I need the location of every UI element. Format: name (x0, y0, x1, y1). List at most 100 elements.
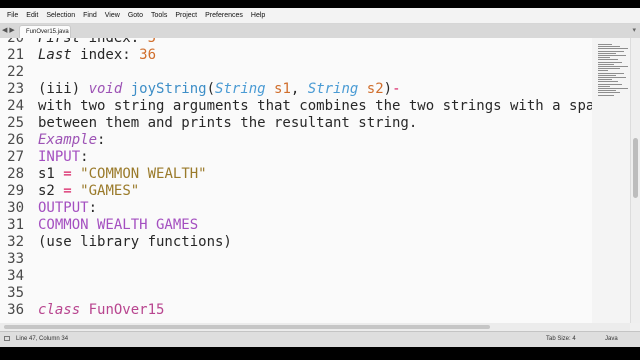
code-token: ) (383, 81, 393, 97)
line-number: 23 (7, 81, 24, 97)
code-token: joyString (130, 81, 207, 97)
syntax-selector[interactable]: Java (605, 336, 618, 342)
menu-file[interactable]: File (3, 12, 22, 19)
minimap-line (598, 52, 616, 54)
code-token: s2 (366, 81, 384, 97)
code-token: , (290, 81, 308, 97)
menu-edit[interactable]: Edit (22, 12, 42, 19)
menu-find[interactable]: Find (79, 12, 101, 19)
minimap-line (598, 57, 610, 59)
line-number: 22 (7, 64, 24, 80)
code-token: "GAMES" (80, 183, 140, 199)
menu-bar: File Edit Selection Find View Goto Tools… (0, 8, 640, 24)
minimap-line (598, 92, 620, 94)
line-gutter: 20 21 22 23 24 25 26 27 28 29 30 31 32 33 34 35 36 (0, 38, 30, 323)
code-line: s1 = "COMMON WEALTH" (38, 166, 592, 183)
code-token: s2 (38, 183, 64, 199)
code-token: index: (80, 38, 148, 46)
panel-toggle-icon[interactable] (4, 336, 10, 341)
menu-goto[interactable]: Goto (124, 12, 147, 19)
code-token: class (38, 302, 81, 318)
line-number: 30 (7, 200, 24, 216)
tab-navigation: ◀ ▶ (2, 26, 15, 36)
menu-view[interactable]: View (101, 12, 124, 19)
menu-selection[interactable]: Selection (42, 12, 79, 19)
code-token: FunOver15 (88, 302, 165, 318)
code-token: s1 (38, 166, 64, 182)
code-line: (iii) void joyString(String s1, String s… (38, 81, 592, 98)
code-token: : (97, 132, 106, 148)
tab-label: FunOver15.java (26, 29, 69, 35)
tab-size-selector[interactable]: Tab Size: 4 (546, 336, 576, 342)
code-token: (iii) (38, 81, 89, 97)
letterbox-top (0, 0, 640, 8)
code-token: : (80, 149, 89, 165)
menu-project[interactable]: Project (171, 12, 201, 19)
tab-list-dropdown-icon[interactable]: ▾ (632, 26, 636, 34)
code-token: 5 (147, 38, 157, 46)
code-token: INPUT (38, 149, 81, 165)
code-line: OUTPUT: (38, 200, 592, 217)
minimap-line (598, 81, 618, 83)
line-number: 32 (7, 234, 24, 250)
code-token: 36 (139, 47, 157, 63)
status-bar: Line 47, Column 34 Tab Size: 4 Java (0, 331, 640, 347)
code-token: index: (71, 47, 140, 63)
code-line: s2 = "GAMES" (38, 183, 592, 200)
line-numbers: 20 21 22 23 24 25 26 27 28 29 30 31 32 33 34 35 36 (0, 38, 24, 319)
minimap-line (598, 94, 614, 96)
menu-preferences[interactable]: Preferences (201, 12, 247, 19)
minimap[interactable] (592, 38, 630, 323)
tab-next-icon[interactable]: ▶ (9, 26, 14, 36)
editor-window: File Edit Selection Find View Goto Tools… (0, 8, 640, 347)
code-token: = (63, 166, 72, 182)
code-token: - (392, 81, 401, 97)
line-number: 24 (7, 98, 24, 114)
line-number: 28 (7, 166, 24, 182)
line-number: 35 (7, 285, 24, 301)
minimap-line (598, 61, 622, 63)
minimap-line (598, 85, 610, 87)
vertical-scrollbar[interactable] (630, 38, 640, 323)
minimap-line (598, 72, 624, 74)
minimap-line (598, 88, 628, 89)
code-token: "COMMON WEALTH" (80, 166, 207, 182)
line-number: 34 (7, 268, 24, 284)
menu-help[interactable]: Help (247, 12, 269, 19)
code-token: void (88, 81, 123, 97)
minimap-line (598, 48, 628, 50)
horizontal-scroll-thumb[interactable] (4, 325, 490, 329)
line-number: 27 (7, 149, 24, 165)
tab-prev-icon[interactable]: ◀ (2, 26, 7, 36)
line-number: 26 (7, 132, 24, 148)
line-number: 21 (7, 47, 24, 63)
minimap-line (598, 46, 620, 48)
code-area[interactable]: First index: 5 Last index: 36 (iii) void … (38, 38, 592, 319)
minimap-line (598, 79, 612, 81)
minimap-line (598, 55, 626, 56)
minimap-line (598, 44, 612, 45)
code-token: Example (38, 132, 98, 148)
vertical-scroll-thumb[interactable] (633, 138, 638, 198)
code-token: ( (206, 81, 216, 97)
minimap-line (598, 77, 626, 78)
code-token: String (215, 81, 266, 97)
code-token: OUTPUT (38, 200, 89, 216)
code-editor[interactable]: 20 21 22 23 24 25 26 27 28 29 30 31 32 33 34 35 36 First… (0, 38, 592, 323)
line-number: 31 (7, 217, 24, 233)
line-number: 25 (7, 115, 24, 131)
minimap-line (598, 90, 616, 92)
code-token: = (63, 183, 72, 199)
code-line: (use library functions) (38, 234, 592, 251)
line-number: 20 (7, 38, 24, 46)
horizontal-scrollbar[interactable] (0, 323, 630, 331)
menu-tools[interactable]: Tools (147, 12, 171, 19)
code-line: Last index: 36 (38, 47, 592, 64)
tab-funover15[interactable]: FunOver15.java (19, 25, 71, 38)
